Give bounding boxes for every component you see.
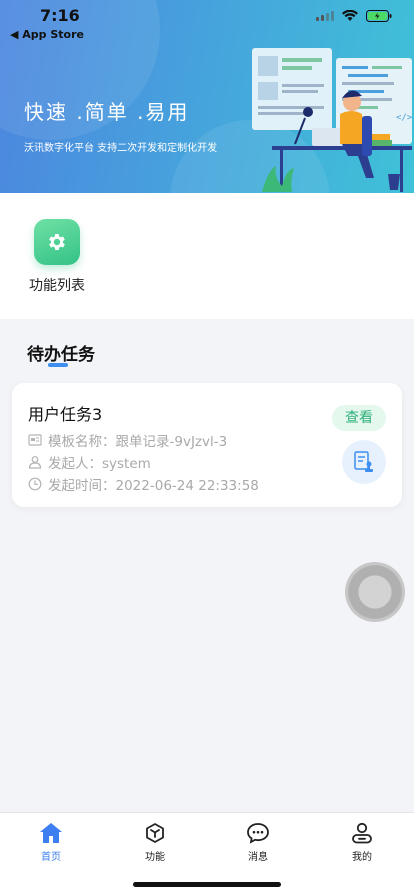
tab-mine[interactable]: 我的 [332, 821, 392, 863]
office-illustration: </> [252, 48, 413, 192]
approval-stamp-icon [342, 440, 386, 484]
gear-icon [34, 219, 80, 265]
hero-title: 快速 .简单 .易用 [24, 100, 190, 124]
todo-title-underline [48, 363, 68, 367]
template-icon [28, 433, 42, 447]
hero-subtitle: 沃讯数字化平台 支持二次开发和定制化开发 [24, 143, 218, 154]
task-template: 模板名称：跟单记录-9vJzvl-3 [48, 434, 228, 450]
status-time: 7:16 [40, 6, 80, 25]
cube-icon [125, 821, 185, 845]
task-name: 用户任务3 [28, 405, 103, 424]
task-initiator: 发起人：system [48, 456, 151, 472]
svg-text:</>: </> [396, 113, 413, 123]
signal-icon [316, 11, 334, 21]
task-card[interactable]: 用户任务3 模板名称：跟单记录-9vJzvl-3 发起人：system 发起时间… [12, 383, 402, 507]
user-icon [28, 455, 42, 469]
hero-banner: </> 7:16 ◀ App Store 快速 .简单 .易用 沃讯数字化平台 … [0, 0, 414, 193]
floating-assistive-button[interactable] [345, 562, 405, 622]
back-to-app-store[interactable]: ◀ App Store [10, 28, 84, 41]
user-icon [332, 821, 392, 845]
tab-messages[interactable]: 消息 [228, 821, 288, 863]
chat-icon [228, 821, 288, 845]
tab-functions[interactable]: 功能 [125, 821, 185, 863]
function-list-entry[interactable]: 功能列表 [22, 219, 92, 295]
task-template-row: 模板名称：跟单记录-9vJzvl-3 [28, 430, 227, 450]
task-time-row: 发起时间：2022-06-24 22:33:58 [28, 474, 259, 494]
tab-functions-label: 功能 [145, 852, 165, 863]
todo-section-title: 待办任务 [27, 345, 95, 365]
home-icon [21, 821, 81, 845]
home-indicator [133, 882, 281, 887]
tab-home[interactable]: 首页 [21, 821, 81, 863]
battery-icon [366, 10, 392, 22]
tab-home-label: 首页 [41, 852, 61, 863]
function-section: 功能列表 [0, 193, 414, 319]
task-initiator-row: 发起人：system [28, 452, 151, 472]
clock-icon [28, 477, 42, 491]
status-icons [316, 10, 392, 22]
task-time: 发起时间：2022-06-24 22:33:58 [48, 478, 259, 494]
tab-messages-label: 消息 [248, 852, 268, 863]
status-bar: 7:16 ◀ App Store [0, 0, 414, 44]
tab-mine-label: 我的 [352, 852, 372, 863]
view-task-button[interactable]: 查看 [332, 405, 386, 431]
wifi-icon [342, 10, 358, 21]
function-list-label: 功能列表 [29, 278, 85, 294]
